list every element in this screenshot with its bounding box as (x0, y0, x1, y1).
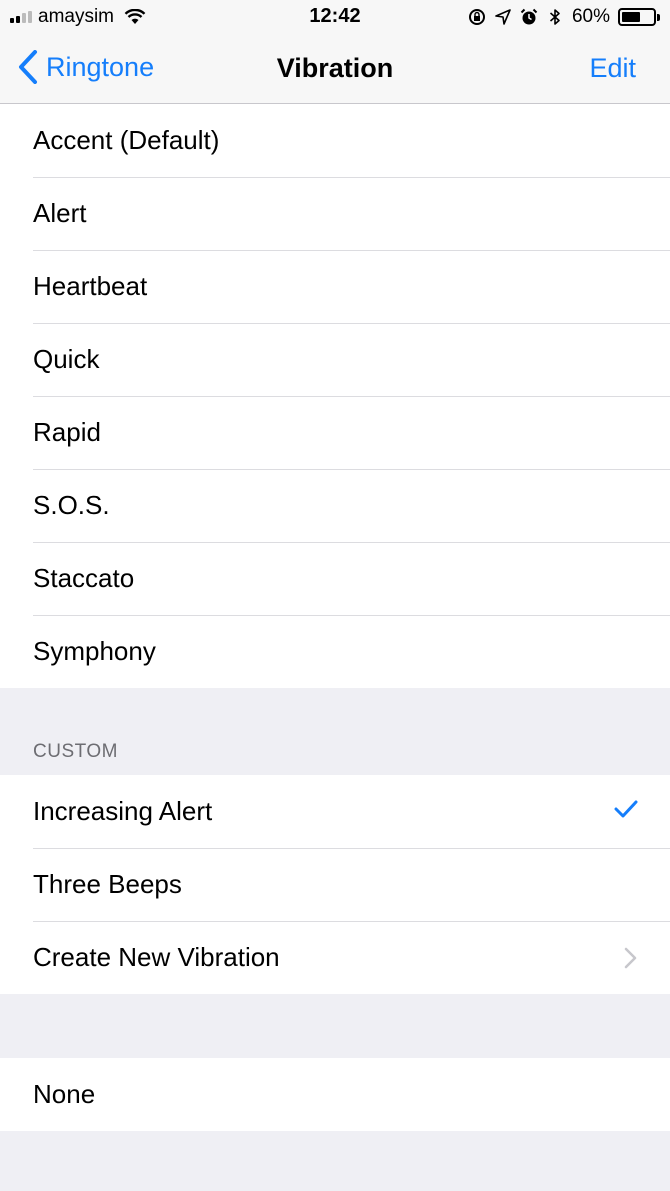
list-item-symphony[interactable]: Symphony (0, 615, 670, 688)
custom-vibrations-list: Increasing Alert Three Beeps Create New … (0, 775, 670, 994)
list-item-label: Alert (33, 198, 87, 228)
list-item-accent[interactable]: Accent (Default) (0, 104, 670, 177)
battery-icon (618, 8, 660, 26)
list-item-staccato[interactable]: Staccato (0, 542, 670, 615)
alarm-icon (520, 8, 538, 25)
bluetooth-icon (549, 9, 560, 25)
edit-button[interactable]: Edit (589, 53, 636, 84)
list-item-create-new-vibration[interactable]: Create New Vibration (0, 921, 670, 994)
checkmark-icon (614, 800, 638, 818)
list-item-label: S.O.S. (33, 490, 110, 520)
section-header-custom: CUSTOM (33, 741, 118, 762)
battery-percent: 60% (571, 6, 610, 27)
list-item-none[interactable]: None (0, 1058, 670, 1131)
list-item-label: Staccato (33, 563, 135, 593)
list-item-alert[interactable]: Alert (0, 177, 670, 250)
none-list: None (0, 1058, 670, 1131)
list-item-three-beeps[interactable]: Three Beeps (0, 848, 670, 921)
battery-level-fill (622, 12, 640, 22)
list-item-label: Create New Vibration (33, 942, 280, 972)
page-title: Vibration (276, 53, 394, 83)
list-item-label: Three Beeps (33, 869, 182, 899)
list-item-label: Heartbeat (33, 271, 148, 301)
chevron-right-icon (624, 947, 637, 969)
list-item-quick[interactable]: Quick (0, 323, 670, 396)
list-item-label: Rapid (33, 417, 101, 447)
standard-vibrations-list: Accent (Default) Alert Heartbeat Quick R… (0, 104, 670, 688)
list-item-label: Symphony (33, 636, 156, 666)
list-item-sos[interactable]: S.O.S. (0, 469, 670, 542)
list-item-rapid[interactable]: Rapid (0, 396, 670, 469)
list-item-label: Accent (Default) (33, 125, 220, 155)
list-item-label: Quick (33, 344, 100, 374)
location-icon (495, 9, 511, 25)
rotation-lock-icon (468, 9, 485, 25)
navigation-bar: Ringtone Vibration Edit (0, 36, 670, 104)
list-item-increasing-alert[interactable]: Increasing Alert (0, 775, 670, 848)
list-item-label: None (33, 1079, 96, 1109)
status-bar: amaysim 12:42 60% (0, 0, 670, 36)
list-item-heartbeat[interactable]: Heartbeat (0, 250, 670, 323)
list-item-label: Increasing Alert (33, 796, 213, 826)
